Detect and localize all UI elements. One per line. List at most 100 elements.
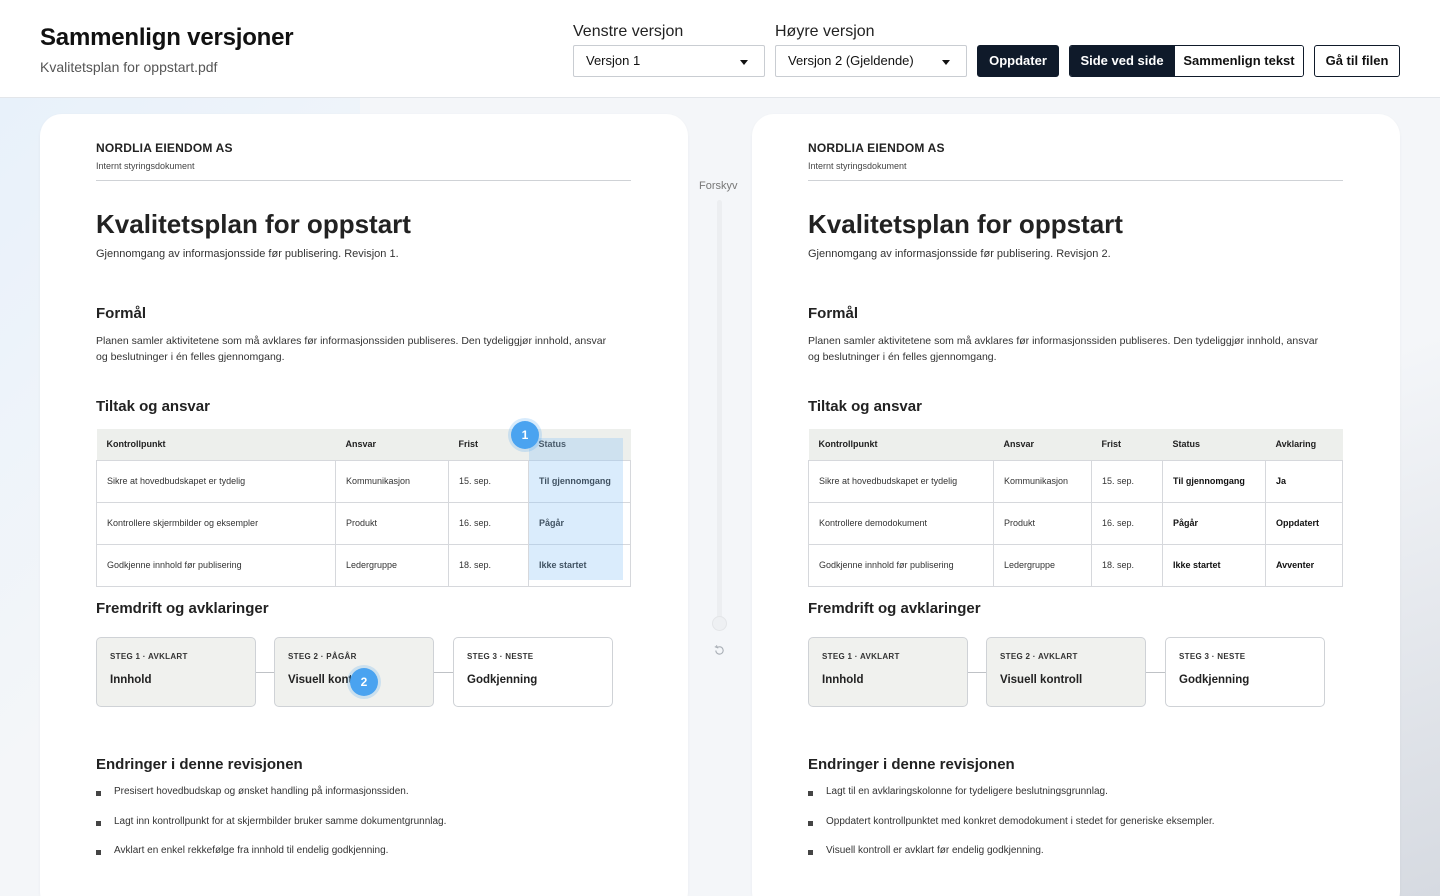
table-cell: Produkt <box>335 501 449 545</box>
table-row: Kontrollere demodokument Produkt 16. sep… <box>808 501 1343 545</box>
divider <box>808 180 1343 181</box>
file-name: Kvalitetsplan for oppstart.pdf <box>40 59 218 75</box>
table-cell: 16. sep. <box>448 501 529 545</box>
table-header-row: Kontrollpunkt Ansvar Frist Status Avklar… <box>808 429 1343 460</box>
table-row: Sikre at hovedbudskapet er tydelig Kommu… <box>808 459 1343 503</box>
step-card: STEG 2 · AVKLART Visuell kontroll <box>986 637 1146 707</box>
purpose-text: Planen samler aktivitetene som må avklar… <box>96 335 607 363</box>
right-document-panel[interactable]: NORDLIA EIENDOM AS Internt styringsdokum… <box>752 114 1400 896</box>
status-cell: Ikke startet <box>1162 543 1266 587</box>
organization-subtitle: Internt styringsdokument <box>808 161 907 171</box>
page-title: Sammenlign versjoner <box>40 24 294 51</box>
table-row: Godkjenne innhold før publisering Lederg… <box>808 543 1343 587</box>
step-name: Godkjenning <box>467 674 538 686</box>
document-subtitle: Gjennomgang av informasjonsside før publ… <box>96 248 399 260</box>
section-heading-purpose: Formål <box>96 305 147 322</box>
difference-marker-2[interactable]: 2 <box>350 668 378 696</box>
right-version-select[interactable]: Versjon 2 (Gjeldende) <box>775 45 967 77</box>
step-kicker: STEG 1 · AVKLART <box>110 652 188 661</box>
document-title: Kvalitetsplan for oppstart <box>808 209 1123 239</box>
list-item: Lagt til en avklaringskolonne for tydeli… <box>808 786 1215 816</box>
organization-subtitle: Internt styringsdokument <box>96 161 195 171</box>
table-cell: Produkt <box>993 501 1092 545</box>
left-document-panel[interactable]: NORDLIA EIENDOM AS Internt styringsdokum… <box>40 114 688 896</box>
column-header: Frist <box>1091 429 1163 460</box>
difference-marker-1[interactable]: 1 <box>511 421 539 449</box>
list-item: Presisert hovedbudskap og ønsket handlin… <box>96 786 446 816</box>
table-cell: Godkjenne innhold før publisering <box>96 543 336 587</box>
table-cell: Ledergruppe <box>993 543 1092 587</box>
step-name: Innhold <box>822 674 864 686</box>
column-header: Kontrollpunkt <box>96 429 336 460</box>
step-card: STEG 1 · AVKLART Innhold <box>808 637 968 707</box>
top-bar: Sammenlign versjoner Kvalitetsplan for o… <box>0 0 1440 98</box>
reset-icon[interactable] <box>713 644 726 657</box>
actions-table: Kontrollpunkt Ansvar Frist Status Avklar… <box>808 429 1343 587</box>
section-heading-progress: Fremdrift og avklaringer <box>96 600 269 617</box>
side-by-side-button[interactable]: Side ved side <box>1070 46 1174 76</box>
offset-slider-track[interactable] <box>717 200 722 623</box>
progress-steps: STEG 1 · AVKLART Innhold STEG 2 · AVKLAR… <box>808 637 1328 707</box>
clarification-cell: Oppdatert <box>1265 501 1343 545</box>
step-kicker: STEG 3 · NESTE <box>467 652 534 661</box>
step-kicker: STEG 2 · AVKLART <box>1000 652 1078 661</box>
list-item: Visuell kontroll er avklart før endelig … <box>808 845 1215 875</box>
status-cell: Pågår <box>1162 501 1266 545</box>
document-subtitle: Gjennomgang av informasjonsside før publ… <box>808 248 1111 260</box>
column-header: Avklaring <box>1265 429 1343 460</box>
view-mode-toggle: Side ved side Sammenlign tekst <box>1069 45 1304 77</box>
step-kicker: STEG 3 · NESTE <box>1179 652 1246 661</box>
list-item: Lagt inn kontrollpunkt for at skjermbild… <box>96 816 446 846</box>
changes-list: Presisert hovedbudskap og ønsket handlin… <box>96 786 446 875</box>
purpose-text: Planen samler aktivitetene som må avklar… <box>808 335 1319 363</box>
step-name: Innhold <box>110 674 152 686</box>
table-cell: 15. sep. <box>1091 459 1163 503</box>
left-version-label: Venstre versjon <box>573 23 684 40</box>
table-cell: 18. sep. <box>448 543 529 587</box>
step-connector <box>968 672 987 673</box>
column-header: Kontrollpunkt <box>808 429 994 460</box>
step-connector <box>434 672 453 673</box>
chevron-down-icon <box>740 60 748 65</box>
section-heading-changes: Endringer i denne revisjonen <box>96 756 303 773</box>
section-heading-actions: Tiltak og ansvar <box>808 398 922 415</box>
update-button[interactable]: Oppdater <box>977 45 1059 77</box>
section-heading-progress: Fremdrift og avklaringer <box>808 600 981 617</box>
table-cell: Kommunikasjon <box>335 459 449 503</box>
step-card: STEG 1 · AVKLART Innhold <box>96 637 256 707</box>
go-to-file-button[interactable]: Gå til filen <box>1314 45 1400 77</box>
changes-list: Lagt til en avklaringskolonne for tydeli… <box>808 786 1215 875</box>
left-version-value: Versjon 1 <box>586 53 641 68</box>
document-title: Kvalitetsplan for oppstart <box>96 209 411 239</box>
step-name: Visuell kontroll <box>1000 674 1083 686</box>
table-cell: Sikre at hovedbudskapet er tydelig <box>96 459 336 503</box>
step-connector <box>256 672 275 673</box>
table-cell: Godkjenne innhold før publisering <box>808 543 994 587</box>
list-item: Oppdatert kontrollpunktet med konkret de… <box>808 816 1215 846</box>
chevron-down-icon <box>942 60 950 65</box>
table-cell: 18. sep. <box>1091 543 1163 587</box>
step-card: STEG 3 · NESTE Godkjenning <box>453 637 613 707</box>
left-version-select[interactable]: Versjon 1 <box>573 45 765 77</box>
step-connector <box>1146 672 1165 673</box>
step-card: STEG 3 · NESTE Godkjenning <box>1165 637 1325 707</box>
table-cell: 15. sep. <box>448 459 529 503</box>
right-version-value: Versjon 2 (Gjeldende) <box>788 53 914 68</box>
column-header: Status <box>1162 429 1266 460</box>
offset-slider-handle[interactable] <box>712 616 727 631</box>
divider <box>96 180 631 181</box>
section-heading-changes: Endringer i denne revisjonen <box>808 756 1015 773</box>
table-cell: Kommunikasjon <box>993 459 1092 503</box>
column-header: Ansvar <box>993 429 1092 460</box>
clarification-cell: Ja <box>1265 459 1343 503</box>
clarification-cell: Avventer <box>1265 543 1343 587</box>
table-cell: Sikre at hovedbudskapet er tydelig <box>808 459 994 503</box>
step-kicker: STEG 1 · AVKLART <box>822 652 900 661</box>
section-heading-actions: Tiltak og ansvar <box>96 398 210 415</box>
list-item: Avklart en enkel rekkefølge fra innhold … <box>96 845 446 875</box>
right-version-label: Høyre versjon <box>775 23 875 40</box>
organization-name: NORDLIA EIENDOM AS <box>808 141 945 155</box>
compare-text-button[interactable]: Sammenlign tekst <box>1174 46 1303 76</box>
status-cell: Til gjennomgang <box>1162 459 1266 503</box>
table-cell: 16. sep. <box>1091 501 1163 545</box>
